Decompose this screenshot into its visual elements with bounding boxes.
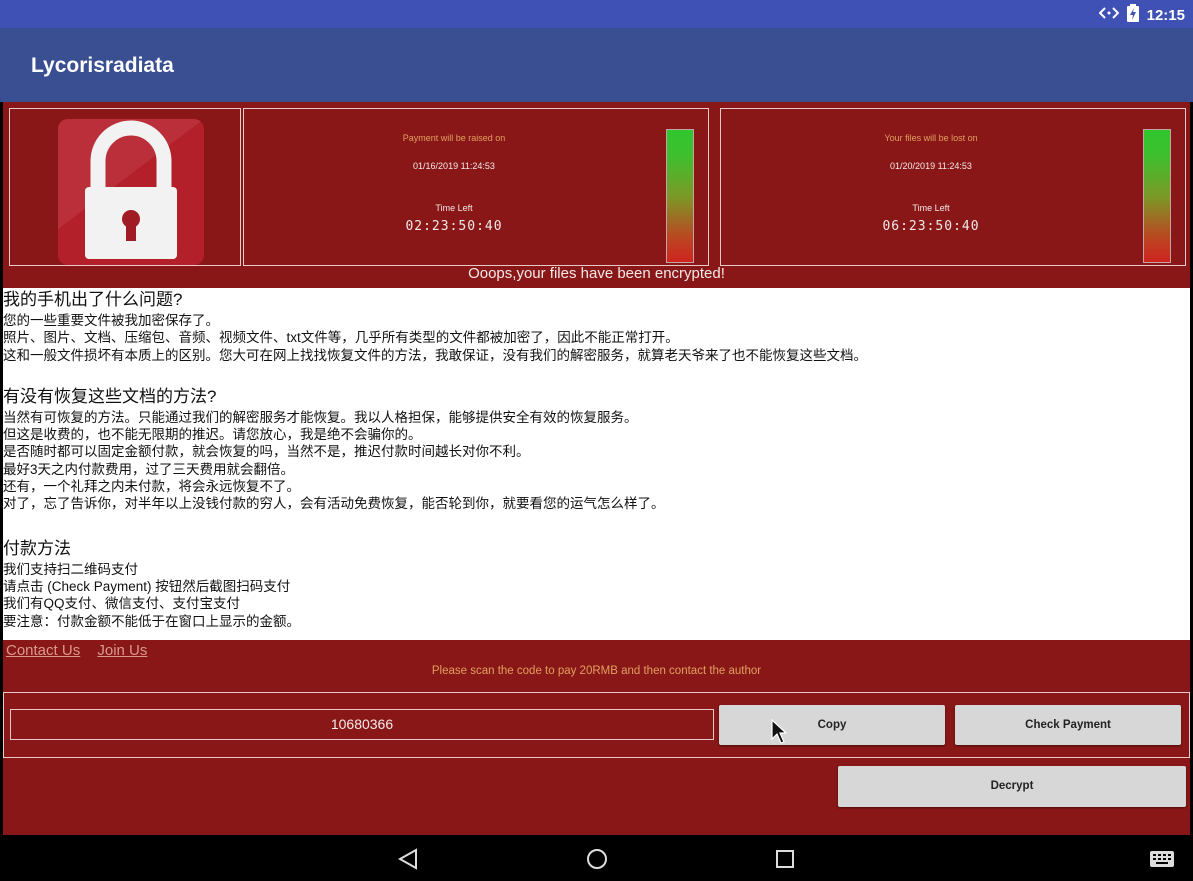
text-line: 照片、图片、文档、压缩包、音频、视频文件、txt文件等，几乎所有类型的文件都被加…	[3, 330, 679, 346]
text-line: 是否随时都可以固定金额付款，就会恢复的吗，当然不是，推迟付款时间越长对你不利。	[3, 444, 530, 460]
text-line: 请点击 (Check Payment) 按钮然后截图扫码支付	[3, 578, 291, 594]
battery-icon	[1126, 4, 1139, 26]
check-payment-button[interactable]: Check Payment	[955, 705, 1181, 745]
home-icon[interactable]	[586, 848, 608, 875]
footer-links: Contact Us Join Us	[6, 642, 160, 659]
contact-us-link[interactable]: Contact Us	[6, 642, 80, 659]
back-icon[interactable]	[397, 848, 419, 875]
raise-time-left-label: Time Left	[435, 203, 473, 213]
join-us-link[interactable]: Join Us	[97, 642, 147, 659]
raise-gauge	[666, 129, 694, 263]
victim-id-field[interactable]: 10680366	[10, 709, 714, 740]
recents-icon[interactable]	[775, 849, 795, 874]
section-heading: 我的手机出了什么问题?	[3, 290, 183, 309]
raise-date: 01/16/2019 11:24:53	[413, 161, 495, 171]
status-bar: 12:15	[0, 0, 1193, 28]
lock-image-panel	[9, 108, 241, 266]
text-line: 我们有QQ支付、微信支付、支付宝支付	[3, 596, 241, 612]
lock-icon	[58, 119, 204, 265]
text-line: 您的一些重要文件被我加密保存了。	[3, 313, 219, 328]
raise-label: Payment will be raised on	[402, 133, 506, 143]
lost-label: Your files will be lost on	[884, 133, 978, 143]
decrypt-button[interactable]: Decrypt	[838, 766, 1186, 807]
encrypted-banner: Ooops,your files have been encrypted!	[468, 265, 725, 282]
text-line: 这和一般文件损坏有本质上的区别。您大可在网上找找恢复文件的方法，我敢保证，没有我…	[3, 347, 867, 363]
mouse-cursor-icon	[771, 718, 788, 750]
payment-panel: Contact Us Join Us Please scan the code …	[3, 640, 1190, 835]
files-lost-panel: Your files will be lost on 01/20/2019 11…	[720, 108, 1186, 266]
header-panel: Payment will be raised on 01/16/2019 11:…	[3, 102, 1190, 288]
text-line: 但这是收费的，也不能无限期的推迟。请您放心，我是绝不会骗你的。	[3, 427, 422, 443]
lost-countdown: 06:23:50:40	[882, 219, 980, 234]
ransom-note-text[interactable]: 我的手机出了什么问题? 您的一些重要文件被我加密保存了。 照片、图片、文档、压缩…	[3, 288, 1190, 640]
text-line: 我们支持扫二维码支付	[3, 561, 138, 577]
payment-row: 10680366 Copy Check Payment	[3, 692, 1190, 758]
copy-button[interactable]: Copy	[719, 705, 945, 745]
lost-gauge	[1143, 129, 1171, 263]
data-sync-icon	[1098, 6, 1120, 24]
clock: 12:15	[1146, 6, 1185, 24]
payment-raise-panel: Payment will be raised on 01/16/2019 11:…	[243, 108, 709, 266]
text-line: 最好3天之内付款费用，过了三天费用就会翻倍。	[3, 461, 295, 477]
scan-message: Please scan the code to pay 20RMB and th…	[431, 665, 762, 677]
app-bar: Lycorisradiata	[0, 28, 1193, 102]
lost-time-left-label: Time Left	[912, 203, 950, 213]
app-title: Lycorisradiata	[31, 54, 174, 77]
section-heading: 付款方法	[3, 538, 71, 558]
raise-countdown: 02:23:50:40	[405, 219, 503, 234]
text-line: 当然有可恢复的方法。只能通过我们的解密服务才能恢复。我以人格担保，能够提供安全有…	[3, 409, 638, 425]
text-line: 对了，忘了告诉你，对半年以上没钱付款的穷人，会有活动免费恢复，能否轮到你，就要看…	[3, 496, 665, 512]
text-line: 要注意：付款金额不能低于在窗口上显示的金额。	[3, 613, 300, 629]
text-line: 还有，一个礼拜之内未付款，将会永远恢复不了。	[3, 479, 300, 495]
lost-date: 01/20/2019 11:24:53	[890, 161, 972, 171]
status-right: 12:15	[1098, 4, 1185, 26]
section-heading: 有没有恢复这些文档的方法?	[3, 386, 217, 406]
keyboard-icon[interactable]	[1150, 851, 1174, 872]
navigation-bar	[0, 835, 1193, 881]
